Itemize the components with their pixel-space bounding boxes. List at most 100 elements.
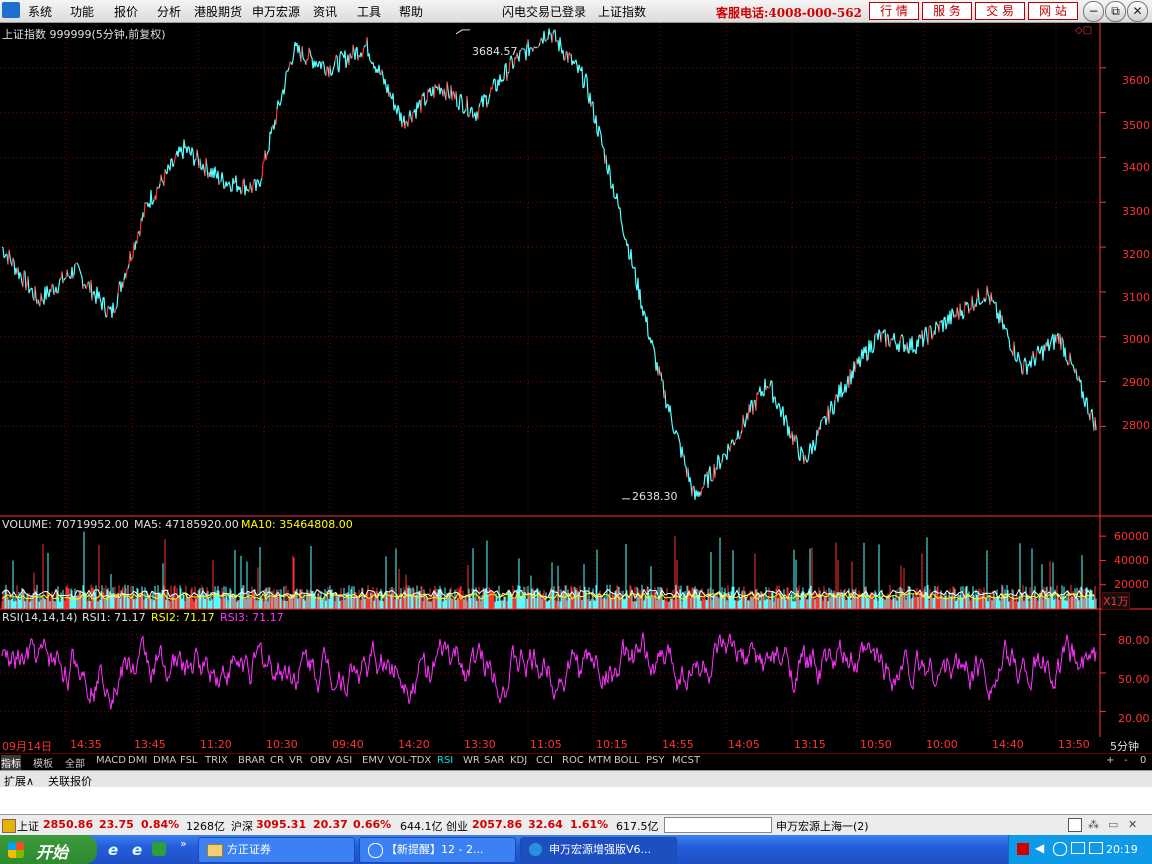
tab-add-button[interactable]: +: [1106, 755, 1114, 766]
network-tray-icon-2[interactable]: [1089, 842, 1103, 854]
tab-cci[interactable]: CCI: [536, 755, 553, 766]
tab-macd[interactable]: MACD: [96, 755, 126, 766]
tab-vol-tdx[interactable]: VOL-TDX: [388, 755, 431, 766]
app-launcher-icon[interactable]: [152, 842, 166, 856]
chart-options-icon[interactable]: ◇▢: [1075, 25, 1092, 36]
ie-icon[interactable]: e: [108, 841, 118, 859]
tab-brar[interactable]: BRAR: [238, 755, 265, 766]
tab-dma[interactable]: DMA: [153, 755, 176, 766]
service-hotline: 客服电话:4008-000-562: [716, 6, 862, 20]
tab-mcst[interactable]: MCST: [672, 755, 700, 766]
tray-app-icon[interactable]: [1017, 843, 1029, 855]
price-tick: 2900: [1122, 376, 1150, 389]
volume-unit: X1万: [1102, 592, 1130, 610]
volume-icon[interactable]: ◀: [1035, 841, 1044, 855]
network-icon[interactable]: ⁂: [1088, 818, 1099, 831]
status-window-icon[interactable]: [1068, 818, 1082, 832]
time-axis: 09月14日 14:35 13:45 11:20 10:30 09:40 14:…: [0, 737, 1152, 753]
tab-vr[interactable]: VR: [289, 755, 303, 766]
sh-index-percent: 0.84%: [141, 818, 180, 831]
price-tick: 3300: [1122, 205, 1150, 218]
tab-fsl[interactable]: FSL: [180, 755, 198, 766]
tab-mtm[interactable]: MTM: [588, 755, 611, 766]
extension-bar: 扩展∧ 关联报价: [0, 770, 1152, 788]
tab-kdj[interactable]: KDJ: [510, 755, 527, 766]
top-button-trade[interactable]: 交 易: [975, 2, 1025, 20]
indicator-tabs: 指标 模板 全部 MACD DMI DMA FSL TRIX BRAR CR V…: [0, 753, 1152, 771]
kline-chart[interactable]: [0, 23, 1152, 737]
swhy-app-icon: [529, 843, 542, 856]
quicklaunch-expand-icon[interactable]: »: [180, 837, 187, 850]
close-status-icon[interactable]: ✕: [1128, 818, 1137, 831]
low-price-label: 2638.30: [632, 490, 678, 503]
market-breadth-icon: [664, 817, 779, 842]
volume-tick: 60000: [1114, 530, 1149, 543]
menu-item-function[interactable]: 功能: [70, 3, 94, 20]
menu-item-analysis[interactable]: 分析: [157, 3, 181, 20]
tab-sar[interactable]: SAR: [484, 755, 504, 766]
status-flag-icon: [2, 819, 16, 833]
time-label: 14:40: [992, 738, 1024, 751]
tray-status-icon[interactable]: [1053, 842, 1067, 856]
tab-reset-button[interactable]: 0: [1140, 755, 1146, 766]
top-button-market[interactable]: 行 情: [869, 2, 919, 20]
cy-index-price: 2057.86: [472, 818, 523, 831]
volume-ma10: MA10: 35464808.00: [241, 518, 353, 531]
price-tick: 2800: [1122, 419, 1150, 432]
window-title: 上证指数: [598, 5, 647, 19]
network-tray-icon[interactable]: [1071, 842, 1085, 854]
menu-item-swhy[interactable]: 申万宏源: [252, 3, 300, 20]
tab-psy[interactable]: PSY: [646, 755, 665, 766]
restore-icon[interactable]: ⧉: [1105, 1, 1126, 22]
menu-item-news[interactable]: 资讯: [313, 3, 337, 20]
tab-all[interactable]: 全部: [65, 755, 85, 770]
high-price-label: 3684.57: [472, 45, 518, 58]
menu-item-quote[interactable]: 报价: [114, 3, 138, 20]
task-button-swhy[interactable]: 申万宏源增强版V6...: [520, 837, 677, 863]
task-button-reminder[interactable]: 【新提醒】12 - 2...: [359, 837, 516, 863]
tab-dmi[interactable]: DMI: [128, 755, 147, 766]
ie-icon-2[interactable]: e: [132, 841, 142, 859]
sh-index-price: 2850.86: [43, 818, 94, 831]
windows-logo-icon: [8, 842, 24, 858]
tab-template[interactable]: 模板: [33, 755, 53, 770]
tab-wr[interactable]: WR: [463, 755, 480, 766]
lock-icon[interactable]: ▭: [1108, 818, 1118, 831]
period-selector[interactable]: 5分钟: [1110, 738, 1139, 754]
minimize-icon[interactable]: −: [1083, 1, 1104, 22]
time-label: 14:20: [398, 738, 430, 751]
tab-cr[interactable]: CR: [270, 755, 284, 766]
price-tick: 3400: [1122, 161, 1150, 174]
task-button-fangzheng[interactable]: 方正证券: [198, 837, 355, 863]
chart-area[interactable]: 上证指数 999999(5分钟,前复权) ◇▢ 3684.57 2638.30 …: [0, 23, 1152, 737]
menu-item-tools[interactable]: 工具: [357, 3, 381, 20]
tab-trix[interactable]: TRIX: [205, 755, 228, 766]
tab-asi[interactable]: ASI: [336, 755, 352, 766]
rsi1-value: RSI1: 71.17: [82, 611, 146, 624]
menu-bar: 系统 功能 报价 分析 港股期货 申万宏源 资讯 工具 帮助 闪电交易已登录 上…: [0, 0, 1152, 23]
time-label: 10:30: [266, 738, 298, 751]
start-button[interactable]: 开始: [0, 835, 97, 864]
menu-item-help[interactable]: 帮助: [399, 3, 423, 20]
top-button-website[interactable]: 网 站: [1028, 2, 1078, 20]
top-button-service[interactable]: 服 务: [922, 2, 972, 20]
close-icon[interactable]: ✕: [1127, 1, 1148, 22]
tab-emv[interactable]: EMV: [362, 755, 384, 766]
tab-indicator[interactable]: 指标: [1, 755, 21, 770]
tab-rsi[interactable]: RSI: [437, 755, 453, 766]
rsi-tick: 80.00: [1118, 634, 1150, 647]
price-line-down: [2, 28, 1097, 500]
tab-roc[interactable]: ROC: [562, 755, 584, 766]
server-name: 申万宏源上海一(2): [776, 820, 869, 833]
time-label: 09月14日: [2, 740, 52, 753]
tab-remove-button[interactable]: -: [1124, 755, 1128, 766]
tab-boll[interactable]: BOLL: [614, 755, 640, 766]
hs-index-amount: 644.1亿: [400, 820, 443, 833]
menu-item-hk-futures[interactable]: 港股期货: [194, 3, 242, 20]
tab-obv[interactable]: OBV: [310, 755, 331, 766]
time-label: 13:50: [1058, 738, 1090, 751]
time-label: 11:05: [530, 738, 562, 751]
cy-index-change: 32.64: [528, 818, 563, 831]
menu-item-system[interactable]: 系统: [28, 3, 52, 20]
price-tick: 3000: [1122, 333, 1150, 346]
